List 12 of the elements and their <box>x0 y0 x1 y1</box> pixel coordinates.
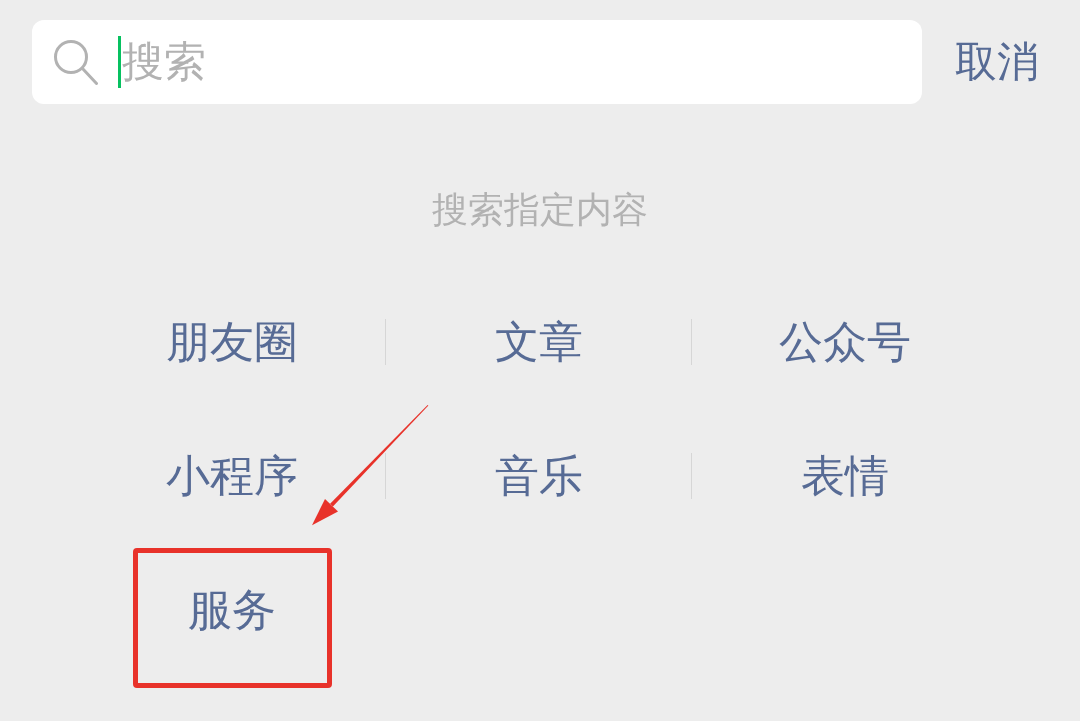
category-link[interactable]: 音乐 <box>494 454 583 498</box>
category-link[interactable]: 朋友圈 <box>166 320 298 364</box>
category-link[interactable]: 小程序 <box>166 454 298 498</box>
category-link[interactable]: 公众号 <box>778 320 911 364</box>
search-icon <box>53 39 98 85</box>
search-field[interactable]: 搜索 <box>32 20 922 104</box>
category-link[interactable]: 服务 <box>188 588 276 632</box>
category-link[interactable]: 文章 <box>494 320 583 364</box>
section-heading: 搜索指定内容 <box>432 192 648 228</box>
category-link[interactable]: 表情 <box>800 454 889 498</box>
search-input[interactable]: 搜索 <box>122 32 906 92</box>
cancel-button[interactable]: 取消 <box>955 41 1039 83</box>
